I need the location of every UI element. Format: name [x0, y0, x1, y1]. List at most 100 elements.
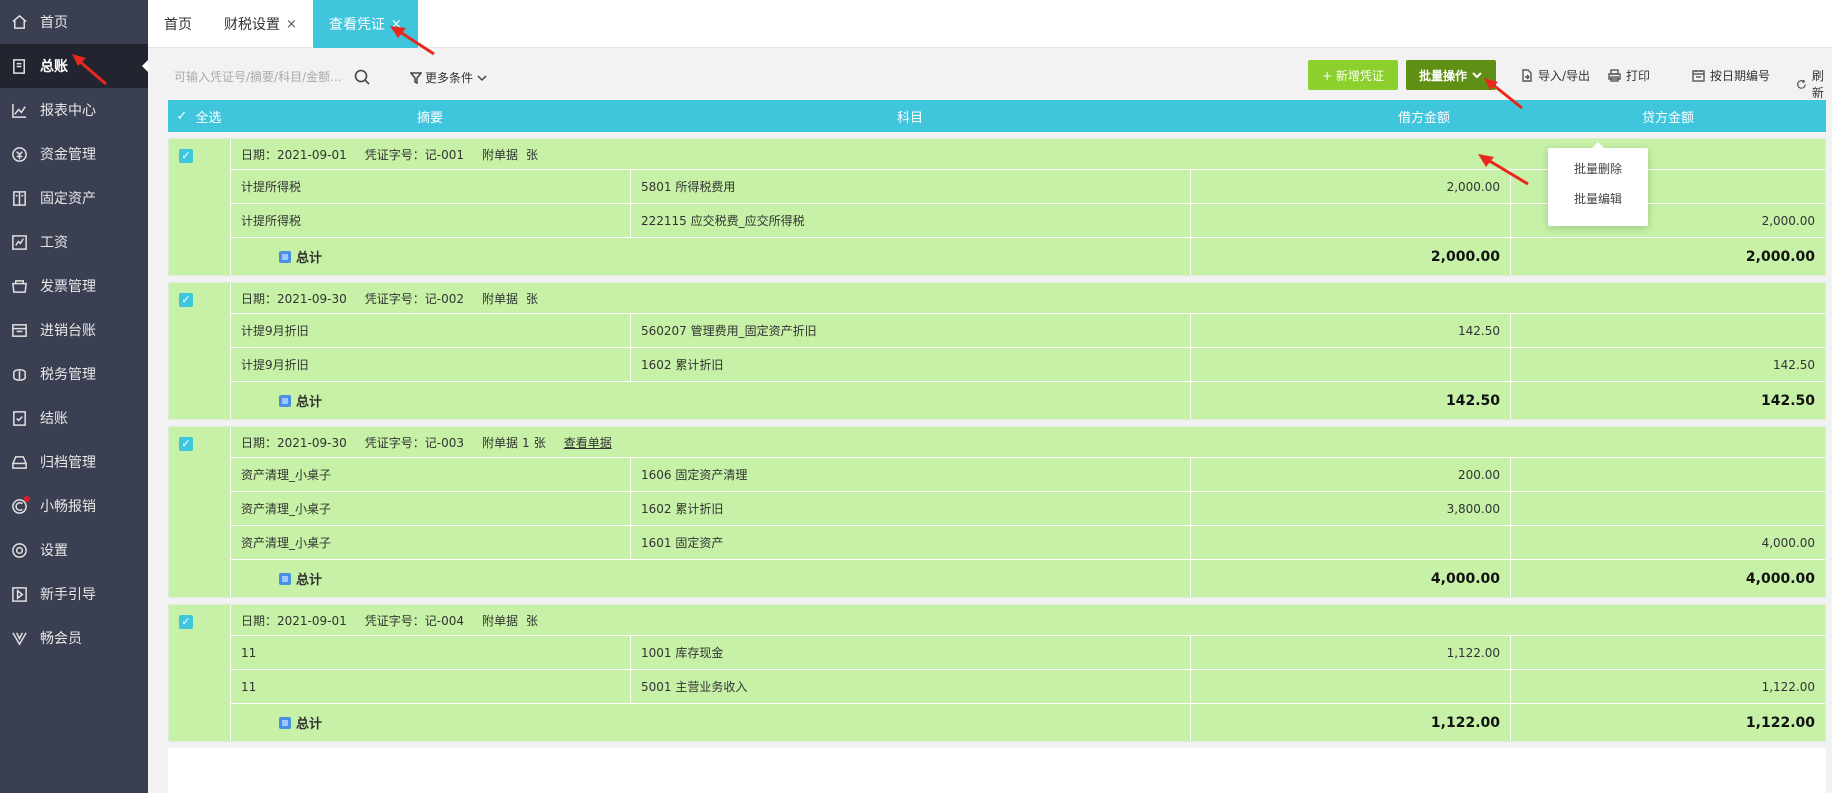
- voucher-card: ✓ 日期：2021-09-01 凭证字号：记-004 附单据张 11 1001 库存现金 1…: [168, 604, 1826, 742]
- voucher-card: ✓ 日期：2021-09-30 凭证字号：记-003 附单据 1 张 查看单据 资产清理_小桌…: [168, 426, 1826, 598]
- table-row[interactable]: 11 1001 库存现金 1,122.00: [231, 635, 1825, 669]
- guide-icon: [10, 585, 28, 603]
- total-row: 总计 1,122.00 1,122.00: [231, 703, 1825, 741]
- date-value: 2021-09-01: [277, 147, 347, 162]
- view-attachment-link[interactable]: 查看单据: [564, 434, 612, 451]
- sidebar-item-3[interactable]: 资金管理: [0, 132, 148, 176]
- total-row: 总计 2,000.00 2,000.00: [231, 237, 1825, 275]
- refresh-button[interactable]: 刷新: [1796, 67, 1832, 101]
- entry-summary: 计提9月折旧: [231, 348, 631, 381]
- tab-1[interactable]: 财税设置 ×: [208, 0, 313, 48]
- close-icon[interactable]: ×: [286, 17, 297, 32]
- sidebar-item-5[interactable]: 工资: [0, 220, 148, 264]
- table-row[interactable]: 资产清理_小桌子 1606 固定资产清理 200.00: [231, 457, 1825, 491]
- sidebar-item-label: 结账: [40, 411, 68, 427]
- voucher-checkbox[interactable]: ✓: [179, 293, 193, 307]
- entry-subject: 1602 累计折旧: [631, 348, 1191, 381]
- entry-subject: 1601 固定资产: [631, 526, 1191, 559]
- sidebar-item-7[interactable]: 进销台账: [0, 308, 148, 352]
- select-all-label: 全选: [195, 110, 222, 126]
- column-summary: 摘要: [416, 110, 443, 126]
- entry-debit: 142.50: [1191, 314, 1511, 347]
- sidebar-item-6[interactable]: 发票管理: [0, 264, 148, 308]
- table-row[interactable]: 资产清理_小桌子 1601 固定资产 4,000.00: [231, 525, 1825, 559]
- sidebar-item-label: 资金管理: [40, 147, 96, 163]
- search-icon[interactable]: [354, 69, 370, 85]
- attachments-unit: 张: [526, 613, 539, 628]
- sidebar-item-2[interactable]: 报表中心: [0, 88, 148, 132]
- voucher-checkbox[interactable]: ✓: [179, 437, 193, 451]
- voucher-no-value: 记-001: [424, 147, 465, 162]
- sidebar-item-4[interactable]: 固定资产: [0, 176, 148, 220]
- voucher-date: 日期：2021-09-01: [241, 612, 347, 629]
- grid-header: ✓ 全选 摘要 科目 借方金额 贷方金额: [168, 100, 1826, 132]
- total-debit: 2,000.00: [1191, 238, 1511, 275]
- total-debit: 1,122.00: [1191, 704, 1511, 741]
- sidebar-item-1[interactable]: 总账: [0, 44, 148, 88]
- entry-subject: 222115 应交税费_应交所得税: [631, 204, 1191, 237]
- invoice-icon: [10, 277, 28, 295]
- menu-item-1[interactable]: 批量编辑: [1548, 184, 1648, 214]
- select-all-checkbox[interactable]: ✓ 全选: [168, 100, 230, 132]
- empty-area: [168, 748, 1826, 793]
- calculator-icon: [279, 394, 291, 407]
- sidebar-item-13[interactable]: 新手引导: [0, 572, 148, 616]
- sidebar-item-label: 发票管理: [40, 279, 96, 295]
- entry-credit: [1511, 636, 1825, 669]
- sidebar-item-12[interactable]: 设置: [0, 528, 148, 572]
- sidebar: 首页 总账 报表中心资金管理固定资产工资发票管理进销台账税务管理结账归档管理小畅报销…: [0, 0, 148, 793]
- more-conditions-button[interactable]: 更多条件: [410, 69, 488, 86]
- sidebar-item-label: 新手引导: [40, 587, 96, 603]
- chart-icon: [10, 101, 28, 119]
- sidebar-item-9[interactable]: 结账: [0, 396, 148, 440]
- sidebar-item-label: 进销台账: [40, 323, 96, 339]
- sidebar-item-label: 归档管理: [40, 455, 96, 471]
- print-button[interactable]: 打印: [1608, 67, 1650, 84]
- table-row[interactable]: 计提9月折旧 560207 管理费用_固定资产折旧 142.50: [231, 313, 1825, 347]
- entry-summary: 11: [231, 636, 631, 669]
- entry-credit: 1,122.00: [1761, 679, 1815, 694]
- sidebar-item-10[interactable]: 归档管理: [0, 440, 148, 484]
- total-debit: 4,000.00: [1191, 560, 1511, 597]
- voucher-attachments: 附单据张: [482, 290, 538, 307]
- total-credit: 2,000.00: [1745, 248, 1815, 265]
- attachments-label: 附单据: [482, 147, 519, 162]
- sidebar-item-14[interactable]: 畅会员: [0, 616, 148, 660]
- inventory-icon: [10, 321, 28, 339]
- voucher-date: 日期：2021-09-01: [241, 146, 347, 163]
- tab-label: 财税设置: [224, 17, 280, 33]
- table-row[interactable]: 计提9月折旧 1602 累计折旧 142.50: [231, 347, 1825, 381]
- table-row[interactable]: 11 5001 主营业务收入 1,122.00: [231, 669, 1825, 703]
- voucher-attachments: 附单据张: [482, 612, 538, 629]
- sidebar-item-label: 固定资产: [40, 191, 96, 207]
- tab-label: 首页: [164, 17, 192, 33]
- date-label: 日期：: [241, 435, 278, 450]
- close-icon[interactable]: ×: [391, 17, 402, 32]
- renumber-by-date-button[interactable]: 按日期编号: [1692, 67, 1770, 84]
- total-label-cell: 总计: [231, 382, 1191, 419]
- voucher-no-label: 凭证字号：: [364, 147, 425, 162]
- tab-0[interactable]: 首页: [148, 0, 208, 48]
- entry-subject: 5001 主营业务收入: [631, 670, 1191, 703]
- attachments-label: 附单据: [482, 435, 519, 450]
- voucher-checkbox[interactable]: ✓: [179, 149, 193, 163]
- sidebar-item-8[interactable]: 税务管理: [0, 352, 148, 396]
- batch-operations-button[interactable]: 批量操作: [1406, 60, 1496, 90]
- import-export-button[interactable]: 导入/导出: [1520, 67, 1590, 84]
- sidebar-item-label: 设置: [40, 543, 68, 559]
- date-label: 日期：: [241, 613, 278, 628]
- search-input[interactable]: [168, 60, 343, 94]
- menu-item-0[interactable]: 批量删除: [1548, 154, 1648, 184]
- new-voucher-button[interactable]: + 新增凭证: [1308, 60, 1398, 90]
- voucher-number: 凭证字号：记-001: [365, 146, 464, 163]
- sidebar-item-0[interactable]: 首页: [0, 0, 148, 44]
- building-icon: [10, 189, 28, 207]
- ledger-icon: [10, 57, 28, 75]
- table-row[interactable]: 资产清理_小桌子 1602 累计折旧 3,800.00: [231, 491, 1825, 525]
- tab-2[interactable]: 查看凭证 ×: [312, 0, 418, 48]
- voucher-checkbox[interactable]: ✓: [179, 615, 193, 629]
- sidebar-item-11[interactable]: 小畅报销: [0, 484, 148, 528]
- checkout-icon: [10, 409, 28, 427]
- voucher-body: 日期：2021-09-01 凭证字号：记-004 附单据张 11 1001 库存现金 1,…: [231, 605, 1825, 741]
- entry-credit: 142.50: [1773, 357, 1815, 372]
